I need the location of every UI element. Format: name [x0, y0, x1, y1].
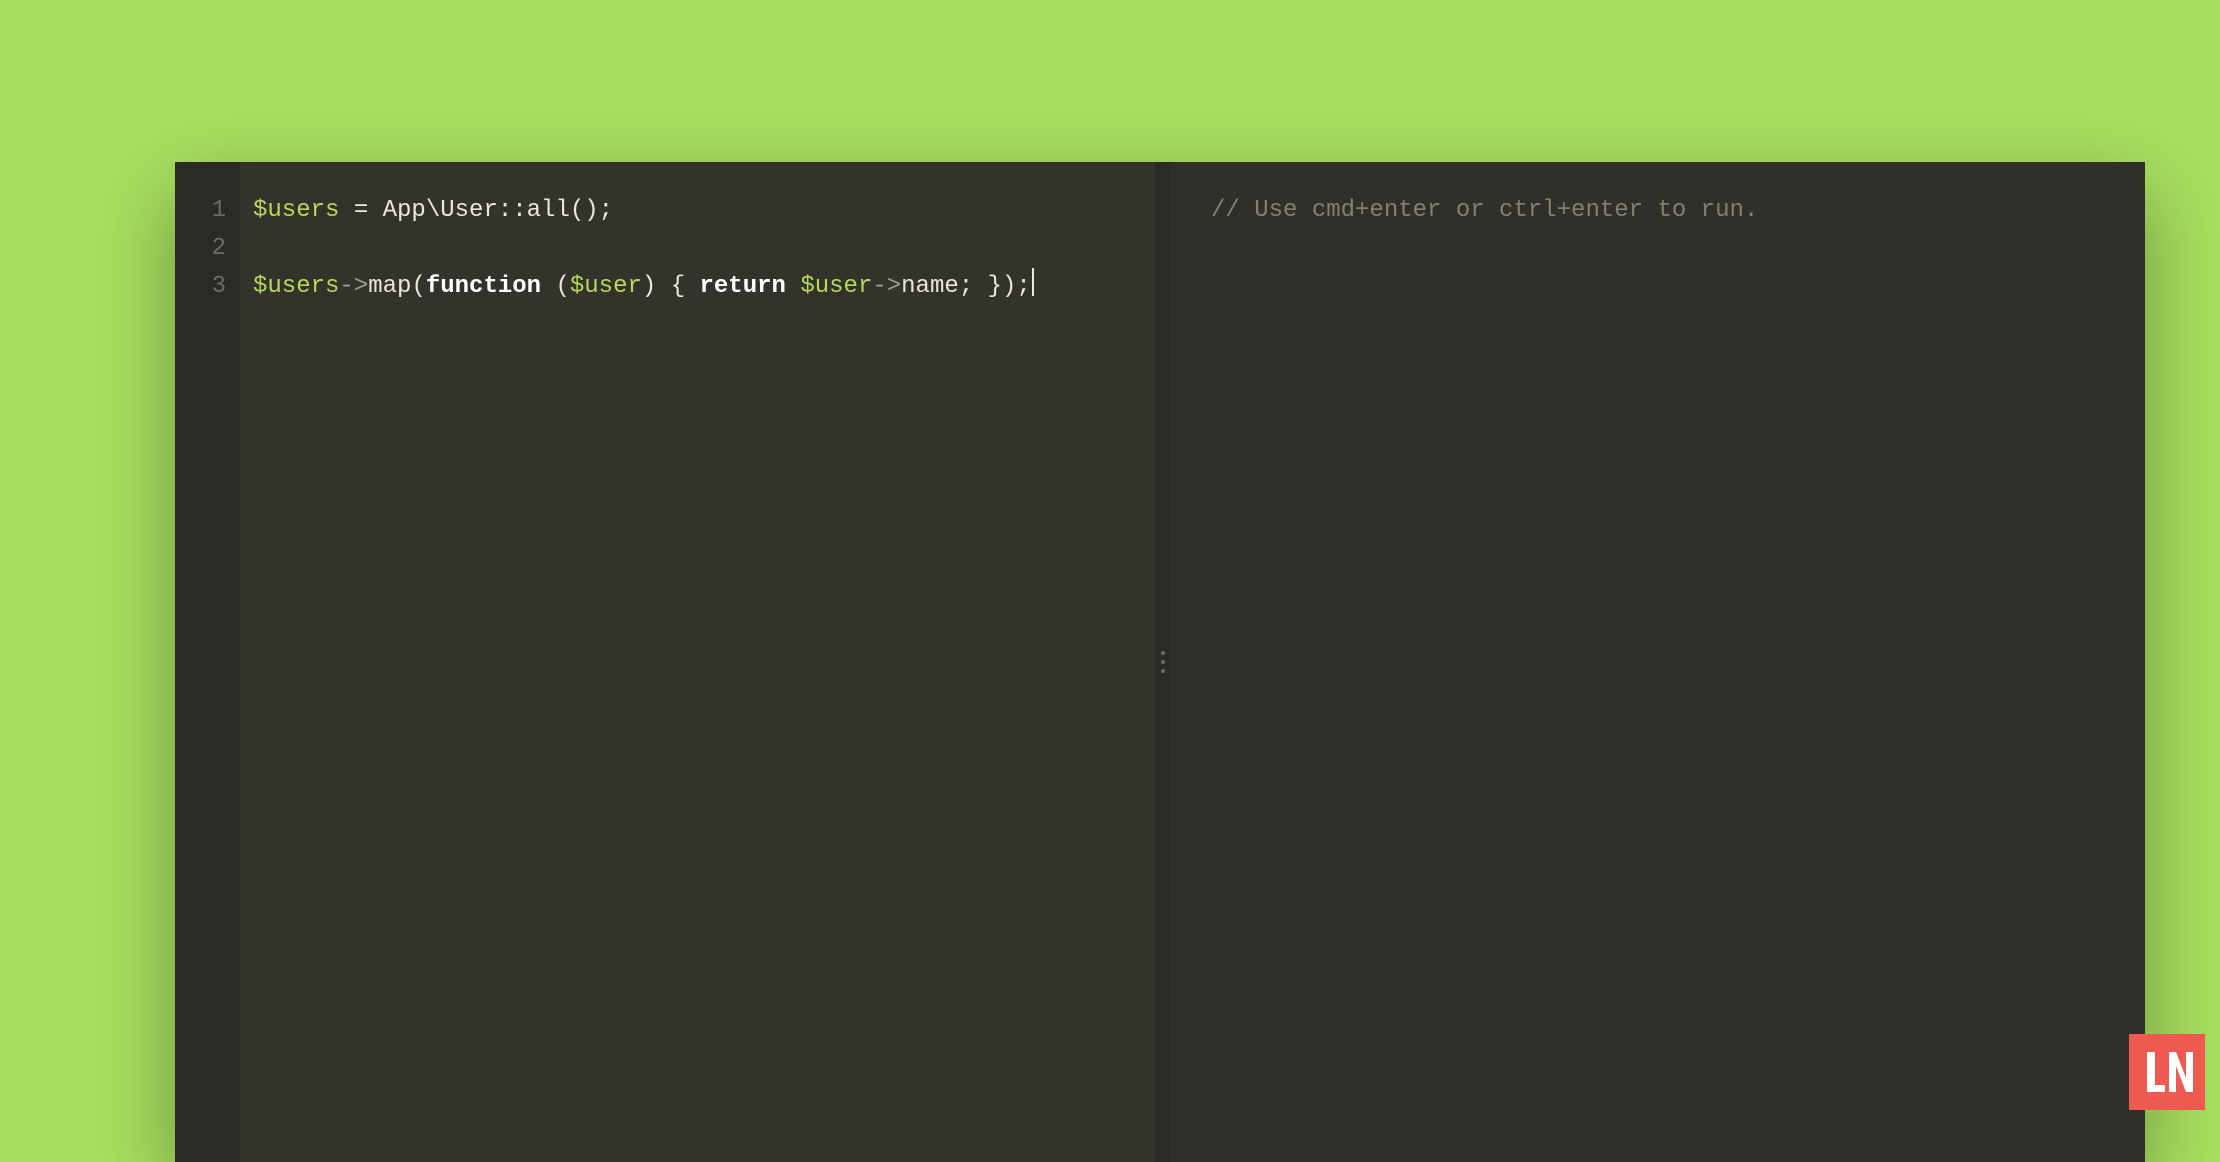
line-number: 1 [175, 192, 226, 230]
output-pane: // Use cmd+enter or ctrl+enter to run. [1171, 162, 2145, 1162]
code-line[interactable] [253, 230, 1145, 268]
code-token: $users [253, 197, 339, 224]
code-pane: 123 $users = App\User::all();$users->map… [175, 162, 1155, 1162]
code-line[interactable]: $users->map(function ($user) { return $u… [253, 268, 1145, 306]
code-token: function [426, 273, 541, 300]
brand-badge[interactable] [2129, 1034, 2205, 1110]
code-token: = App\User::all(); [339, 197, 613, 224]
code-token: ) { [642, 273, 700, 300]
code-token: $users [253, 273, 339, 300]
text-cursor [1032, 268, 1034, 296]
code-token: ( [541, 273, 570, 300]
output-hint: // Use cmd+enter or ctrl+enter to run. [1211, 197, 1758, 224]
code-token: $user [800, 273, 872, 300]
code-token: map( [368, 273, 426, 300]
code-token: -> [339, 273, 368, 300]
line-number: 3 [175, 268, 226, 306]
drag-handle-icon [1161, 651, 1165, 673]
line-number: 2 [175, 230, 226, 268]
code-editor[interactable]: $users = App\User::all();$users->map(fun… [240, 162, 1155, 1162]
editor-window: 123 $users = App\User::all();$users->map… [175, 162, 2145, 1162]
code-token: return [700, 273, 786, 300]
ln-logo-icon [2141, 1046, 2193, 1098]
code-token: -> [872, 273, 901, 300]
pane-splitter[interactable] [1155, 162, 1171, 1162]
code-line[interactable]: $users = App\User::all(); [253, 192, 1145, 230]
code-token: name; }); [901, 273, 1031, 300]
line-number-gutter: 123 [175, 162, 240, 1162]
code-token: $user [570, 273, 642, 300]
code-token [786, 273, 800, 300]
